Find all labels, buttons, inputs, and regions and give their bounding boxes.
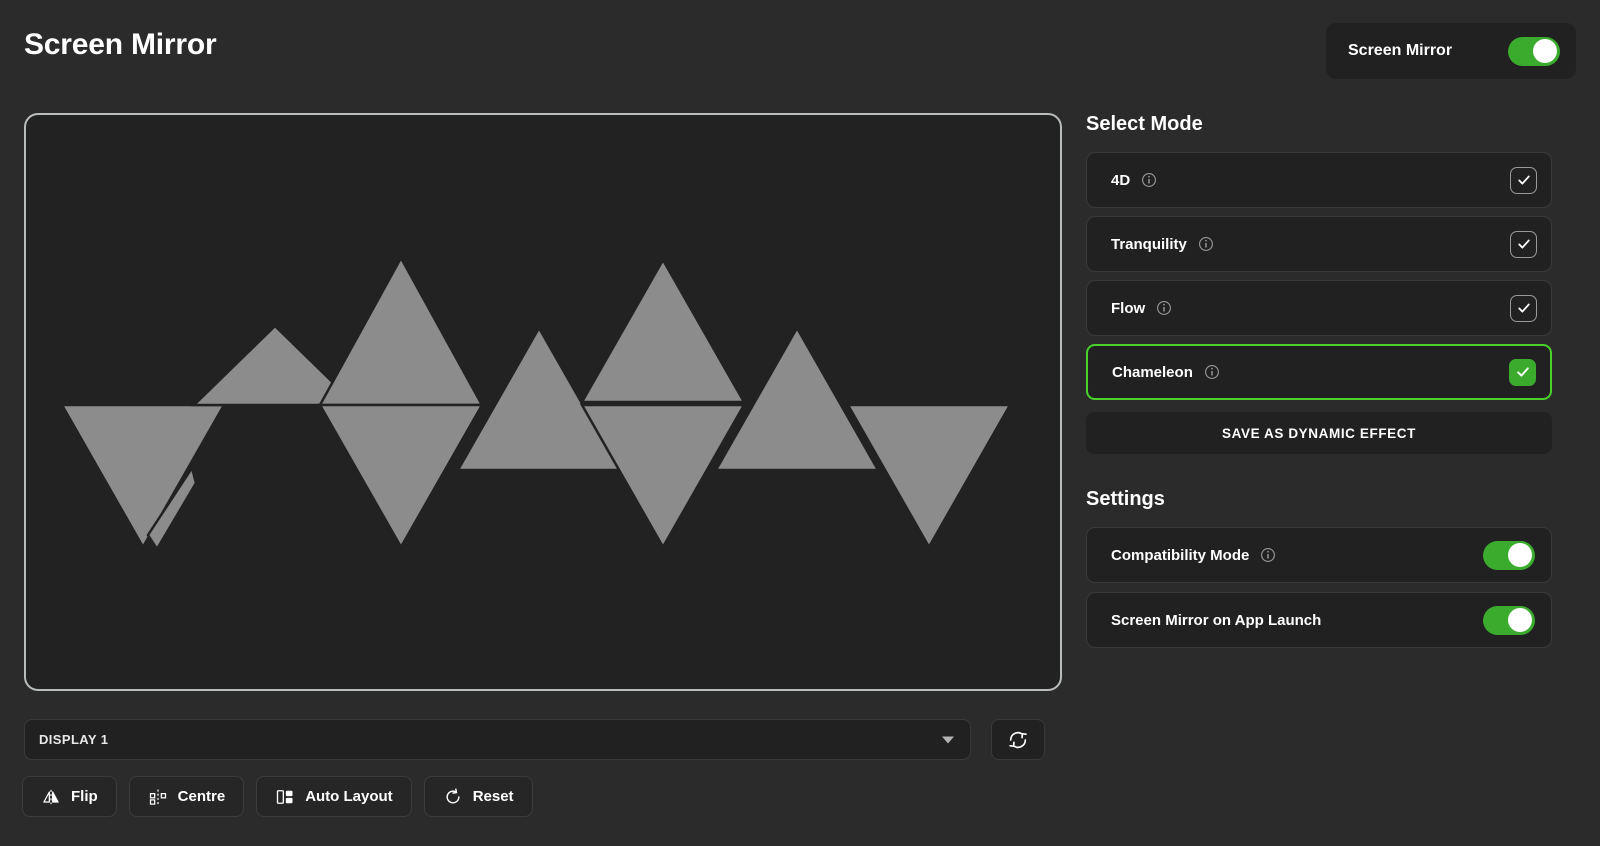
mode-label: Tranquility xyxy=(1111,235,1187,253)
setting-row-screen-mirror-on-app-launch[interactable]: Screen Mirror on App Launch xyxy=(1086,592,1552,648)
save-as-dynamic-effect-button[interactable]: SAVE AS DYNAMIC EFFECT xyxy=(1086,412,1552,454)
mode-row-4d[interactable]: 4D xyxy=(1086,152,1552,208)
layout-canvas[interactable] xyxy=(24,113,1062,691)
flip-button[interactable]: Flip xyxy=(22,776,117,817)
mode-row-chameleon[interactable]: Chameleon xyxy=(1086,344,1552,400)
info-icon[interactable] xyxy=(1156,300,1172,316)
centre-button-label: Centre xyxy=(177,788,226,805)
check-icon xyxy=(1517,175,1530,185)
screen-mirror-toggle-switch[interactable] xyxy=(1508,36,1560,66)
mode-row-tranquility[interactable]: Tranquility xyxy=(1086,216,1552,272)
right-panel: Select Mode 4D Tranquility Flow Chameleo… xyxy=(1086,113,1552,648)
page-title: Screen Mirror xyxy=(24,28,217,61)
settings-list: Compatibility Mode Screen Mirror on App … xyxy=(1086,527,1552,648)
info-icon[interactable] xyxy=(1204,364,1220,380)
toggle-knob xyxy=(1533,39,1557,63)
auto-layout-icon xyxy=(277,789,293,804)
select-mode-heading: Select Mode xyxy=(1086,113,1203,135)
header: Screen Mirror Screen Mirror xyxy=(0,0,1600,100)
chevron-down-icon xyxy=(942,736,954,743)
compatibility-mode-switch[interactable] xyxy=(1483,540,1535,570)
mode-label: 4D xyxy=(1111,171,1131,189)
canvas-toolbar: Flip Centre Auto Layout Reset xyxy=(22,776,533,817)
toggle-knob xyxy=(1508,608,1532,632)
centre-icon xyxy=(149,789,166,805)
centre-button[interactable]: Centre xyxy=(128,776,245,817)
mode-label: Chameleon xyxy=(1112,363,1193,381)
flip-icon xyxy=(43,789,59,804)
flip-button-label: Flip xyxy=(71,788,98,805)
display-select[interactable]: DISPLAY 1 xyxy=(24,719,971,760)
reset-button[interactable]: Reset xyxy=(423,776,533,817)
mode-row-flow[interactable]: Flow xyxy=(1086,280,1552,336)
refresh-button[interactable] xyxy=(991,719,1045,760)
screen-mirror-toggle-label: Screen Mirror xyxy=(1348,42,1453,59)
panel-triangle xyxy=(579,403,747,550)
check-icon xyxy=(1516,367,1529,377)
reset-icon xyxy=(446,787,460,804)
screen-mirror-on-app-launch-switch[interactable] xyxy=(1483,605,1535,635)
toggle-knob xyxy=(1508,543,1532,567)
panel-triangle xyxy=(845,403,1013,550)
display-select-value: DISPLAY 1 xyxy=(39,732,109,747)
check-icon xyxy=(1517,239,1530,249)
panel-triangle xyxy=(317,403,485,550)
panel-layout-svg[interactable] xyxy=(26,115,1060,689)
panel-triangle xyxy=(59,403,227,550)
info-icon[interactable] xyxy=(1198,236,1214,252)
setting-label: Screen Mirror on App Launch xyxy=(1111,611,1322,629)
mode-checkbox[interactable] xyxy=(1510,230,1537,258)
auto-layout-button-label: Auto Layout xyxy=(305,788,393,805)
mode-checkbox[interactable] xyxy=(1509,358,1536,386)
setting-label: Compatibility Mode xyxy=(1111,546,1250,564)
screen-mirror-app: Screen Mirror Screen Mirror DISPLAY 1 Fl… xyxy=(0,0,1600,846)
setting-row-compatibility-mode[interactable]: Compatibility Mode xyxy=(1086,527,1552,583)
mode-list: 4D Tranquility Flow Chameleon xyxy=(1086,152,1552,400)
auto-layout-button[interactable]: Auto Layout xyxy=(256,776,412,817)
mode-label: Flow xyxy=(1111,299,1146,317)
refresh-icon xyxy=(1009,731,1027,748)
screen-mirror-toggle-card[interactable]: Screen Mirror xyxy=(1326,23,1576,79)
panel-triangle xyxy=(317,255,485,407)
settings-heading: Settings xyxy=(1086,488,1165,510)
panel-group xyxy=(59,255,1013,552)
save-button-label: SAVE AS DYNAMIC EFFECT xyxy=(1222,425,1416,441)
mode-checkbox[interactable] xyxy=(1510,166,1537,194)
mode-checkbox[interactable] xyxy=(1510,294,1537,322)
panel-triangle xyxy=(579,257,747,404)
reset-button-label: Reset xyxy=(472,788,514,805)
info-icon[interactable] xyxy=(1260,547,1276,563)
check-icon xyxy=(1517,303,1530,313)
info-icon[interactable] xyxy=(1141,172,1157,188)
